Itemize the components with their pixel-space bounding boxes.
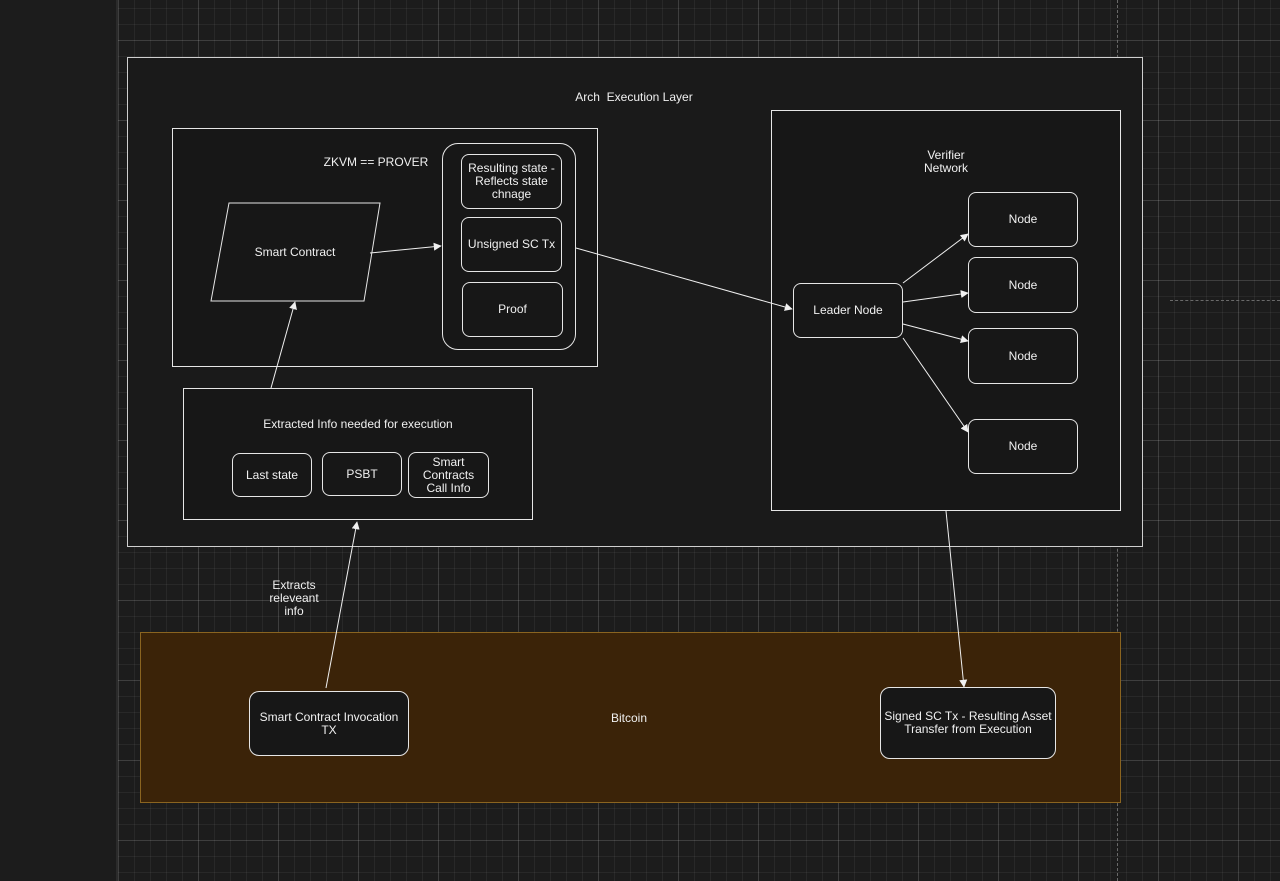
arrow-extracted-to-contract [270, 301, 297, 389]
arrow-contract-to-output [369, 242, 442, 254]
arrow-unsigned-to-leader [575, 247, 793, 311]
arrow-leader-to-node-4 [902, 337, 969, 433]
arrow-leader-to-node-3 [902, 323, 969, 344]
connector-arrows [270, 233, 969, 689]
arrow-leader-to-node-2 [902, 290, 969, 303]
arrow-leader-to-node-1 [902, 233, 969, 284]
arrow-invocation-to-extracted [325, 521, 360, 689]
arrow-verifier-to-signed-tx [945, 510, 968, 688]
